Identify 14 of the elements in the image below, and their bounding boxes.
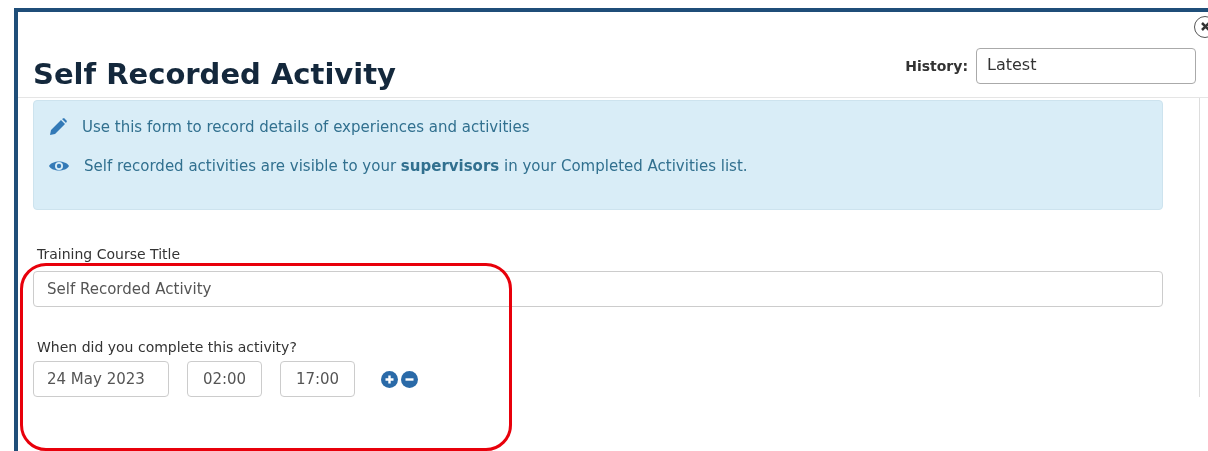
remove-icon[interactable] — [401, 370, 418, 388]
field-label: When did you complete this activity? — [37, 339, 298, 355]
time-field[interactable]: 17:00 — [280, 361, 355, 397]
info-text: Self recorded activities are visible to your supervisors in your Completed Activities list. — [84, 157, 748, 175]
history-select[interactable]: Latest — [976, 47, 1196, 84]
title-field[interactable]: Self Recorded Activity — [33, 271, 1163, 307]
info-text: Use this form to record details of experiences and activities — [82, 118, 530, 136]
date-field[interactable]: 24 May 2023 — [33, 361, 169, 397]
pencil-icon — [48, 117, 68, 137]
history-label: History: — [905, 57, 968, 74]
dialog-title: Self Recorded Activity — [33, 56, 396, 91]
time-field[interactable]: 02:00 — [187, 361, 262, 397]
field-label: Training Course Title — [37, 246, 182, 262]
add-icon[interactable] — [381, 370, 398, 388]
